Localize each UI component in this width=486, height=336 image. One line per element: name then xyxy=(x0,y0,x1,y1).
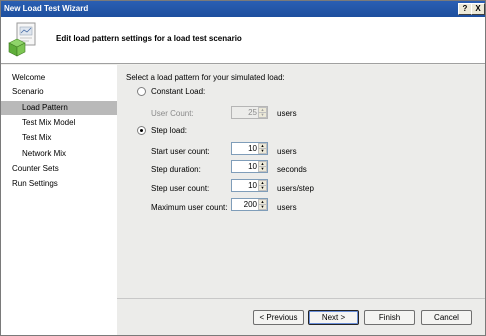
constant-load-radio[interactable] xyxy=(137,87,146,96)
user-count-decrement[interactable]: ▼ xyxy=(258,112,267,118)
wizard-window: New Load Test Wizard ? X Edit load patte… xyxy=(0,0,486,336)
load-pattern-panel: Select a load pattern for your simulated… xyxy=(117,65,485,298)
maximum-user-count-label: Maximum user count: xyxy=(151,203,228,212)
start-user-count-decrement[interactable]: ▼ xyxy=(258,148,267,154)
maximum-user-count-unit: users xyxy=(277,203,297,212)
maximum-user-count-decrement[interactable]: ▼ xyxy=(258,204,267,210)
step-load-radio[interactable] xyxy=(137,126,146,135)
wizard-footer: < Previous Next > Finish Cancel xyxy=(117,298,485,335)
user-count-stepper[interactable]: ▲ ▼ xyxy=(231,106,268,119)
sidebar-item-test-mix[interactable]: Test Mix xyxy=(1,131,117,145)
finish-button[interactable]: Finish xyxy=(364,310,415,325)
step-duration-stepper[interactable]: ▲ ▼ xyxy=(231,160,268,173)
start-user-count-unit: users xyxy=(277,147,297,156)
sidebar-item-network-mix[interactable]: Network Mix xyxy=(1,147,117,161)
page-title: Edit load pattern settings for a load te… xyxy=(56,34,242,43)
step-load-label[interactable]: Step load: xyxy=(151,125,187,136)
step-user-count-input[interactable] xyxy=(232,180,259,191)
sidebar-item-test-mix-model[interactable]: Test Mix Model xyxy=(1,116,117,130)
user-count-input[interactable] xyxy=(232,107,259,118)
sidebar-item-counter-sets[interactable]: Counter Sets xyxy=(1,162,117,176)
step-duration-decrement[interactable]: ▼ xyxy=(258,166,267,172)
previous-button[interactable]: < Previous xyxy=(253,310,304,325)
step-user-count-stepper[interactable]: ▲ ▼ xyxy=(231,179,268,192)
step-user-count-label: Step user count: xyxy=(151,184,210,193)
sidebar-item-load-pattern[interactable]: Load Pattern xyxy=(1,101,117,115)
cancel-button[interactable]: Cancel xyxy=(421,310,472,325)
title-bar[interactable]: New Load Test Wizard ? X xyxy=(1,1,485,17)
sidebar-item-welcome[interactable]: Welcome xyxy=(1,71,117,85)
start-user-count-stepper[interactable]: ▲ ▼ xyxy=(231,142,268,155)
step-duration-label: Step duration: xyxy=(151,165,201,174)
window-title: New Load Test Wizard xyxy=(4,4,89,13)
step-user-count-decrement[interactable]: ▼ xyxy=(258,185,267,191)
constant-load-label[interactable]: Constant Load: xyxy=(151,86,205,97)
user-count-label: User Count: xyxy=(151,109,194,118)
wizard-steps-sidebar: Welcome Scenario Load Pattern Test Mix M… xyxy=(1,65,117,335)
next-button[interactable]: Next > xyxy=(308,310,359,325)
maximum-user-count-input[interactable] xyxy=(232,199,259,210)
step-duration-unit: seconds xyxy=(277,165,307,174)
close-button[interactable]: X xyxy=(471,3,485,15)
wizard-header: Edit load pattern settings for a load te… xyxy=(1,17,485,64)
start-user-count-input[interactable] xyxy=(232,143,259,154)
start-user-count-label: Start user count: xyxy=(151,147,210,156)
user-count-unit: users xyxy=(277,109,297,118)
help-button[interactable]: ? xyxy=(458,3,472,15)
sidebar-item-run-settings[interactable]: Run Settings xyxy=(1,177,117,191)
sidebar-item-scenario[interactable]: Scenario xyxy=(1,85,117,99)
load-pattern-prompt: Select a load pattern for your simulated… xyxy=(126,73,285,82)
step-user-count-unit: users/step xyxy=(277,184,314,193)
step-duration-input[interactable] xyxy=(232,161,259,172)
load-test-wizard-icon xyxy=(8,22,36,57)
maximum-user-count-stepper[interactable]: ▲ ▼ xyxy=(231,198,268,211)
